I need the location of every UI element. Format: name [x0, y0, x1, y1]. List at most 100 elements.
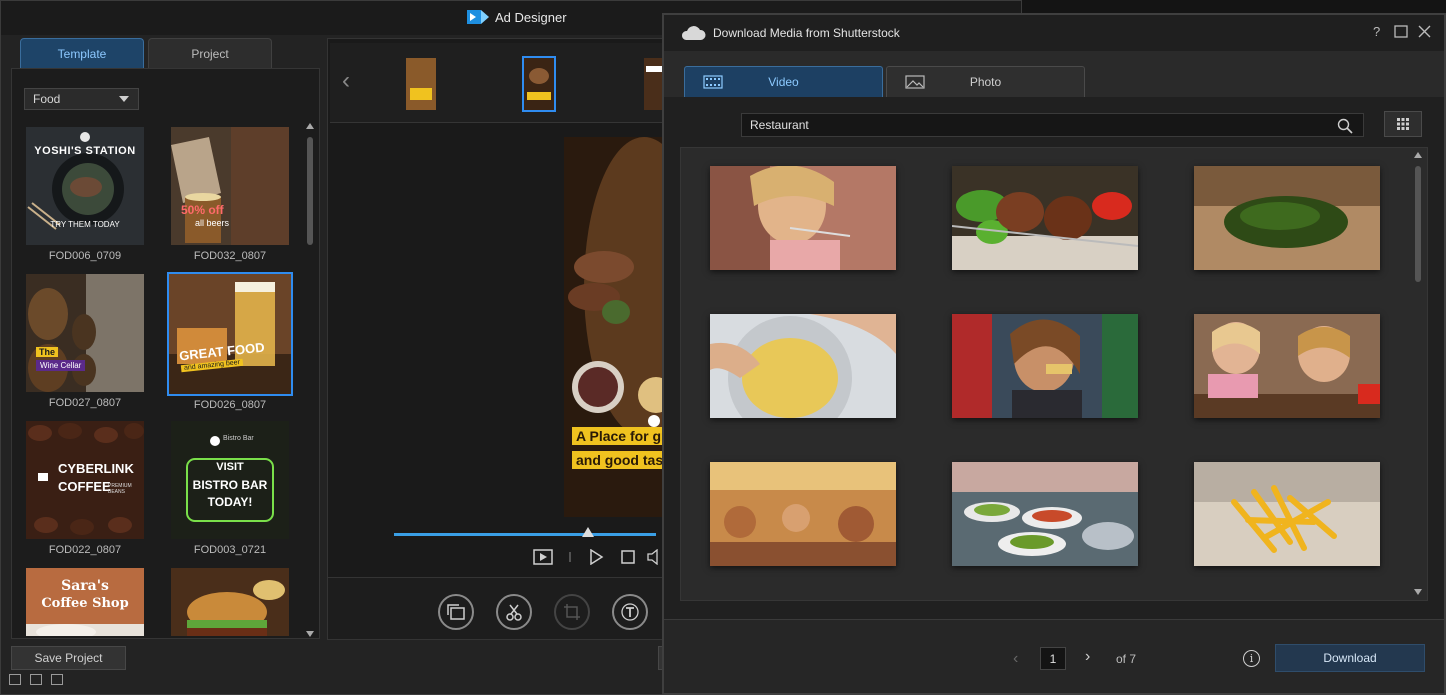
caption-line-1: A Place for gr — [572, 427, 666, 445]
media-result-item[interactable] — [1194, 166, 1380, 270]
dialog-footer: ‹ 1 › of 7 i Download — [664, 619, 1444, 693]
maximize-icon[interactable] — [1394, 25, 1408, 38]
scene-thumbnail[interactable] — [642, 56, 664, 112]
template-item[interactable]: CYBERLINK COFFEE PREMIUM BEANS FOD022_08… — [24, 419, 146, 556]
template-thumbnail[interactable]: Bistro Bar VISIT BISTRO BAR TODAY! — [169, 419, 291, 541]
media-result-item[interactable] — [1194, 314, 1380, 418]
template-label: FOD026_0807 — [193, 399, 267, 411]
template-item[interactable]: Bistro Bar VISIT BISTRO BAR TODAY! FOD00… — [169, 419, 291, 556]
divider-icon — [569, 552, 571, 562]
template-label: FOD022_0807 — [48, 544, 122, 556]
play-icon[interactable] — [588, 549, 604, 565]
template-item[interactable] — [169, 566, 291, 636]
media-result-item[interactable] — [710, 462, 896, 566]
trim-button[interactable] — [496, 594, 532, 630]
template-item[interactable]: YOSHI'S STATION TRY THEM TODAY FOD006_07… — [24, 125, 146, 262]
tab-project[interactable]: Project — [148, 38, 272, 68]
scene-thumbnail[interactable] — [404, 56, 438, 112]
template-thumbnail[interactable]: 50% off all beers — [169, 125, 291, 247]
thumb-the: The — [36, 347, 59, 357]
preview-caption: A Place for gr and good tast — [572, 427, 666, 475]
chopped-herbs-thumbnail — [1194, 166, 1380, 270]
thumb-title-2: BISTRO BAR — [192, 478, 268, 492]
thumb-title: Sara's — [61, 578, 109, 594]
scroll-thumb[interactable] — [307, 137, 313, 245]
next-page-icon[interactable]: › — [1085, 648, 1090, 666]
media-result-item[interactable] — [952, 314, 1138, 418]
template-scrollbar[interactable] — [306, 123, 315, 637]
scroll-down-arrow-icon[interactable] — [306, 631, 314, 637]
scroll-up-arrow-icon[interactable] — [1414, 152, 1422, 158]
scroll-up-arrow-icon[interactable] — [306, 123, 314, 129]
swap-media-button[interactable] — [438, 594, 474, 630]
chevron-left-icon[interactable]: ‹ — [342, 67, 350, 95]
category-dropdown[interactable]: Food — [24, 88, 139, 110]
template-thumbnail[interactable]: GREAT FOOD and amazing beer — [167, 272, 293, 396]
scene-filmstrip: ‹ — [330, 43, 664, 123]
search-icon[interactable] — [1337, 118, 1353, 134]
frame-icon[interactable] — [51, 674, 63, 685]
template-item[interactable]: The Wine Cellar FOD027_0807 — [24, 272, 146, 409]
dialog-body: Restaurant — [664, 97, 1444, 619]
restaurant-interior-thumbnail — [710, 462, 896, 566]
search-input[interactable]: Restaurant — [741, 113, 1364, 137]
tab-video-label: Video — [768, 75, 799, 89]
template-thumbnail-image — [169, 274, 291, 394]
media-result-item[interactable] — [1194, 462, 1380, 566]
previous-page-icon[interactable]: ‹ — [1013, 650, 1018, 668]
checkbox-icon[interactable] — [30, 674, 42, 685]
thumb-title: VISIT — [216, 461, 244, 473]
template-thumbnail[interactable] — [169, 566, 291, 636]
template-label: FOD003_0721 — [193, 544, 267, 556]
seek-bar[interactable] — [394, 533, 656, 536]
media-result-item[interactable] — [710, 166, 896, 270]
template-thumbnail-image — [171, 127, 289, 245]
thumb-subtitle: all beers — [195, 218, 230, 228]
scene-thumbnail-active[interactable] — [522, 56, 556, 112]
template-thumbnail[interactable]: Sara's Coffee Shop — [24, 566, 146, 636]
tab-template[interactable]: Template — [20, 38, 144, 68]
text-button[interactable] — [612, 594, 648, 630]
scroll-thumb[interactable] — [1415, 166, 1421, 282]
media-result-item[interactable] — [952, 166, 1138, 270]
grid-view-button[interactable] — [1384, 111, 1422, 137]
template-label: FOD032_0807 — [193, 250, 267, 262]
template-thumbnail[interactable]: The Wine Cellar — [24, 272, 146, 394]
crop-button[interactable] — [554, 594, 590, 630]
template-item[interactable]: 50% off all beers FOD032_0807 — [169, 125, 291, 262]
layout-icon[interactable] — [9, 674, 21, 685]
template-item[interactable]: Sara's Coffee Shop — [24, 566, 146, 636]
template-thumbnail-image — [171, 568, 289, 636]
thumb-title-3: TODAY! — [207, 495, 253, 509]
tab-photo[interactable]: Photo — [886, 66, 1085, 97]
preview-mode-icon[interactable] — [533, 549, 553, 565]
media-result-item[interactable] — [952, 462, 1138, 566]
save-project-button[interactable]: Save Project — [11, 646, 126, 670]
kneading-dough-thumbnail — [710, 314, 896, 418]
page-number-input[interactable]: 1 — [1040, 647, 1066, 670]
media-results-grid — [680, 147, 1428, 601]
scroll-down-arrow-icon[interactable] — [1414, 589, 1422, 595]
caption-line-2: and good tast — [572, 451, 666, 469]
crop-icon — [564, 604, 580, 620]
salad-buffet-thumbnail — [952, 462, 1138, 566]
template-item[interactable]: GREAT FOOD and amazing beer FOD026_0807 — [167, 272, 293, 411]
grid-view-icon — [1397, 118, 1409, 130]
template-thumbnail[interactable]: YOSHI'S STATION TRY THEM TODAY — [24, 125, 146, 247]
tab-video[interactable]: Video — [684, 66, 883, 97]
download-button[interactable]: Download — [1275, 644, 1425, 672]
stop-icon[interactable] — [620, 549, 636, 565]
close-icon[interactable] — [1418, 25, 1431, 38]
shutterstock-dialog: Download Media from Shutterstock ? Video — [662, 13, 1446, 695]
media-result-item[interactable] — [710, 314, 896, 418]
scene-thumbnail-image — [644, 58, 662, 110]
info-icon[interactable]: i — [1243, 650, 1260, 667]
cloud-icon — [681, 26, 706, 40]
video-preview[interactable]: A Place for gr and good tast — [564, 137, 666, 517]
help-icon[interactable]: ? — [1373, 24, 1380, 39]
seek-handle[interactable] — [582, 527, 594, 537]
volume-icon[interactable] — [647, 549, 663, 565]
thumb-title-2: COFFEE — [58, 479, 111, 494]
template-thumbnail[interactable]: CYBERLINK COFFEE PREMIUM BEANS — [24, 419, 146, 541]
thumb-subtitle: TRY THEM TODAY — [50, 220, 120, 229]
